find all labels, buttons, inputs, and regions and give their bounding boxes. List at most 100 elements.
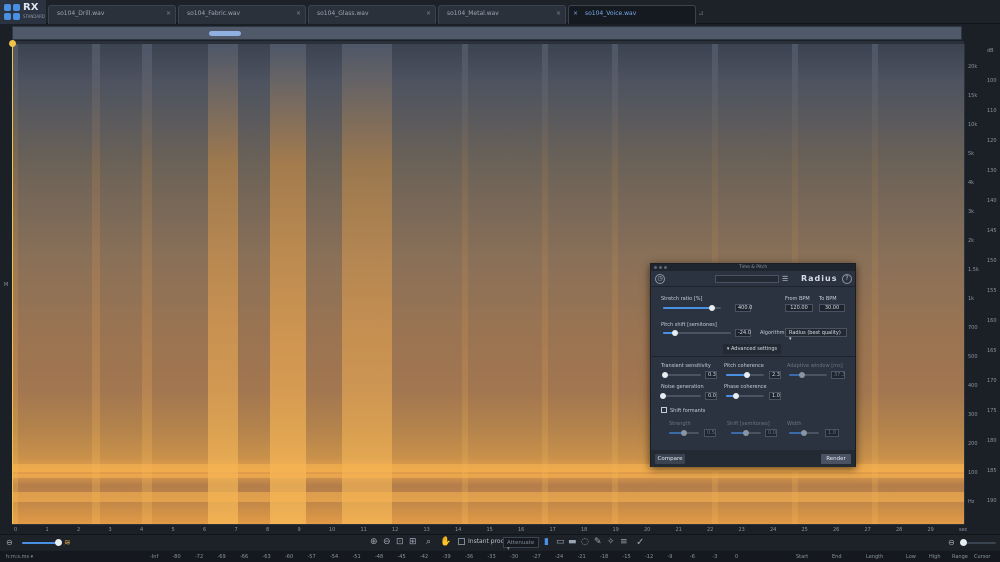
width-value[interactable]: 1.0 — [825, 429, 839, 437]
panel-titlebar[interactable]: Time & Pitch — [651, 264, 855, 271]
close-icon[interactable]: × — [556, 10, 561, 17]
time-selection-tool-icon[interactable]: ▮ — [544, 537, 549, 548]
new-tab-icon[interactable]: ⊿ — [698, 9, 704, 17]
rx-logo[interactable]: RX STANDARD — [0, 0, 46, 24]
tab-drill[interactable]: so104_Drill.wav × — [48, 5, 176, 24]
db-tick-label: 145 — [987, 228, 997, 234]
meter-tick-label: -9 — [667, 554, 673, 560]
phase-coherence-label: Phase coherence — [724, 384, 767, 390]
pitch-coherence-value[interactable]: 2.3 — [769, 371, 781, 379]
compare-button[interactable]: Compare — [655, 454, 685, 464]
pitch-coherence-slider[interactable] — [726, 371, 764, 378]
vertical-zoom-icon[interactable]: ⊖ — [948, 537, 955, 548]
algorithm-select[interactable]: Radius (best quality) ▾ — [785, 328, 847, 342]
spectrogram-band — [142, 44, 152, 524]
strength-value[interactable]: 0.5 — [704, 429, 716, 437]
top-bar: RX STANDARD so104_Drill.wav × so104_Fabric… — [0, 0, 1000, 24]
horizontal-zoom-icon[interactable]: ⊖ — [6, 537, 13, 548]
advanced-settings-toggle[interactable]: ▾ Advanced settings — [723, 344, 781, 354]
tab-label: so104_Voice.wav — [585, 10, 637, 17]
vertical-zoom-slider[interactable] — [960, 539, 996, 546]
spectrogram-toggle-icon[interactable]: ≋ — [64, 537, 71, 548]
freq-tick-label: 4k — [968, 180, 975, 186]
bottom-toolbar: ⊖ ≋ ⊕ ⊖ ⊡ ⊞ ⌕ ✋ Instant process Attenuat… — [0, 534, 1000, 552]
adaptive-window-slider[interactable] — [789, 371, 827, 378]
status-column-label: High — [929, 554, 941, 560]
time-tick-label: 8 — [266, 527, 270, 533]
width-slider[interactable] — [789, 429, 819, 436]
meter-tick-label: -80 — [172, 554, 181, 560]
frequency-scale[interactable]: 20k 15k 10k 5k 4k 3k 2k 1.5k 1k 700 500 400 300 200 10… — [964, 44, 1000, 524]
freq-tick-label: 700 — [968, 325, 978, 331]
meter-tick-label: -39 — [442, 554, 451, 560]
lasso-tool-icon[interactable]: ◌ — [581, 537, 589, 548]
waveform-overview[interactable] — [12, 26, 962, 40]
preset-select[interactable] — [715, 275, 779, 283]
zoom-out-icon[interactable]: ⊖ — [383, 537, 391, 548]
find-similar-icon[interactable]: ✓ — [636, 537, 644, 548]
to-bpm-field[interactable]: 30.00 — [819, 304, 845, 312]
tab-metal[interactable]: so104_Metal.wav × — [438, 5, 566, 24]
strength-slider[interactable] — [669, 429, 699, 436]
magnify-icon[interactable]: ⌕ — [426, 537, 431, 548]
help-icon[interactable]: ? — [842, 274, 852, 284]
time-tick-label: 7 — [234, 527, 238, 533]
phase-coherence-value[interactable]: 1.0 — [769, 392, 781, 400]
preset-menu-icon[interactable]: ☰ — [782, 275, 788, 283]
shift-semitones-value[interactable]: 0.0 — [765, 429, 777, 437]
close-icon[interactable]: × — [166, 10, 171, 17]
transient-sensitivity-slider[interactable] — [661, 371, 701, 378]
instant-process-checkbox[interactable] — [458, 538, 465, 545]
noise-generation-slider[interactable] — [660, 392, 701, 399]
pitch-shift-value[interactable]: -24.0 — [735, 329, 751, 337]
stretch-ratio-slider[interactable] — [663, 304, 721, 311]
history-icon[interactable]: ◷ — [655, 274, 665, 284]
hand-tool-icon[interactable]: ✋ — [440, 537, 451, 548]
time-ruler[interactable]: 0 1 2 3 4 5 6 7 8 9 10 11 12 13 14 15 16 17 18 19 20 21 22 23 24… — [12, 524, 967, 534]
harmonic-select-icon[interactable]: ≡ — [620, 537, 628, 548]
box-selection-tool-icon[interactable]: ▬ — [568, 537, 577, 548]
pitch-shift-slider[interactable] — [663, 329, 731, 336]
playhead[interactable] — [12, 40, 13, 524]
tab-fabric[interactable]: so104_Fabric.wav × — [178, 5, 306, 24]
spectrogram-band — [92, 44, 100, 524]
zoom-fit-icon[interactable]: ⊞ — [409, 537, 417, 548]
meter-tick-label: -24 — [555, 554, 564, 560]
spectrogram-band — [270, 44, 306, 524]
magic-wand-icon[interactable]: ✧ — [607, 537, 615, 548]
time-tick-label: 29 — [927, 527, 934, 533]
advanced-settings-label: Advanced settings — [730, 346, 778, 352]
render-button[interactable]: Render — [821, 454, 851, 464]
frequency-selection-tool-icon[interactable]: ▭ — [556, 537, 565, 548]
phase-coherence-slider[interactable] — [726, 392, 764, 399]
close-icon[interactable]: × — [296, 10, 301, 17]
playhead-handle[interactable] — [9, 40, 16, 47]
horizontal-zoom-slider[interactable] — [22, 539, 62, 546]
brush-tool-icon[interactable]: ✎ — [594, 537, 602, 548]
close-icon[interactable]: × — [426, 10, 431, 17]
close-icon[interactable]: × — [573, 10, 578, 17]
time-tick-label: 28 — [896, 527, 903, 533]
adaptive-window-value[interactable]: 37.3 — [831, 371, 845, 379]
transient-sensitivity-value[interactable]: 0.3 — [705, 371, 717, 379]
meter-tick-label: -51 — [352, 554, 361, 560]
shift-semitones-slider[interactable] — [731, 429, 761, 436]
tab-label: so104_Metal.wav — [447, 10, 499, 17]
shift-formants-checkbox[interactable] — [661, 407, 667, 413]
noise-generation-value[interactable]: 0.0 — [705, 392, 717, 400]
window-controls[interactable] — [654, 266, 667, 269]
from-bpm-field[interactable]: 120.00 — [785, 304, 813, 312]
tab-voice[interactable]: × so104_Voice.wav — [568, 5, 696, 24]
stretch-ratio-value[interactable]: 400.0 — [735, 304, 752, 312]
time-tick-label: 26 — [833, 527, 840, 533]
time-tick-label: 24 — [770, 527, 777, 533]
tab-glass[interactable]: so104_Glass.wav × — [308, 5, 436, 24]
status-column-label: Cursor — [974, 554, 991, 560]
time-format-select[interactable]: h:m:s.ms ▾ — [6, 554, 33, 560]
db-tick-label: 160 — [987, 318, 997, 324]
freq-tick-label: 300 — [968, 412, 978, 418]
module-grid-icon[interactable] — [4, 4, 20, 20]
zoom-selection-icon[interactable]: ⊡ — [396, 537, 404, 548]
instant-process-mode-select[interactable]: Attenuate ▾ — [503, 537, 539, 552]
zoom-in-icon[interactable]: ⊕ — [370, 537, 378, 548]
